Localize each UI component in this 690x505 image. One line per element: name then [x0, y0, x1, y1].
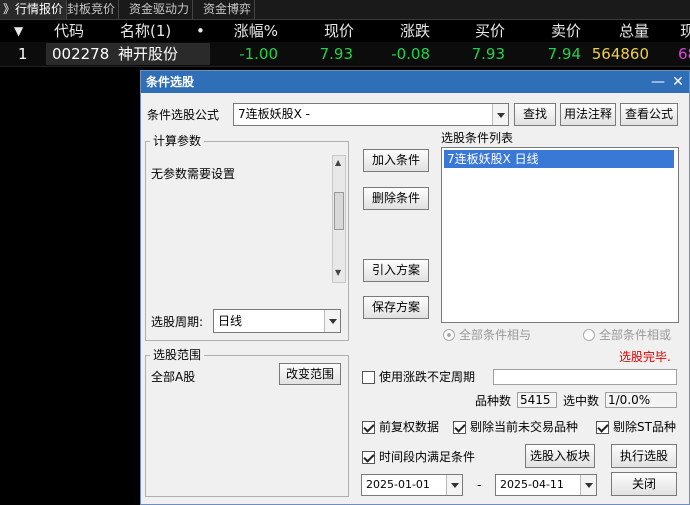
header-dot: • [196, 22, 205, 40]
time-range-label: 时间段内满足条件 [379, 450, 476, 464]
header-code[interactable]: 代码 [54, 20, 84, 42]
radio-and[interactable] [443, 329, 455, 341]
import-scheme-button[interactable]: 引入方案 [363, 259, 429, 282]
variable-period-checkbox[interactable] [362, 371, 375, 384]
dialog-title-bar[interactable]: 条件选股 — ✕ [141, 71, 689, 93]
period-label: 选股周期: [151, 315, 204, 329]
header-name[interactable]: 名称(1) [120, 20, 171, 42]
formula-value: 7连板妖股X - [238, 107, 311, 121]
formula-label: 条件选股公式 [147, 108, 220, 122]
row-change-pct: -1.00 [239, 45, 278, 63]
date-to-value: 2025-04-11 [500, 478, 564, 491]
date-separator: - [477, 478, 482, 492]
row-change: -0.08 [391, 45, 430, 63]
tab-sealed-auction[interactable]: 封板竞价 [64, 0, 120, 19]
condition-list[interactable]: 7连板妖股X 日线 [441, 147, 679, 323]
exclude-untraded-checkbox[interactable] [453, 421, 466, 434]
row-price: 7.93 [319, 45, 353, 63]
status-text: 选股完毕. [619, 350, 671, 364]
usage-button[interactable]: 用法注释 [560, 103, 616, 126]
range-value: 全部A股 [151, 370, 196, 384]
header-extra[interactable]: 现 [680, 20, 690, 42]
minimize-icon[interactable]: — [649, 71, 667, 93]
exclude-untraded-label: 剔除当前未交易品种 [470, 420, 579, 434]
row-name: 神开股份 [114, 43, 210, 65]
list-item[interactable]: 7连板妖股X 日线 [444, 150, 674, 168]
variable-period-input[interactable] [493, 369, 677, 385]
add-condition-button[interactable]: 加入条件 [363, 149, 429, 172]
row-index: 1 [18, 45, 28, 63]
selected-value: 1/0.0% [605, 392, 677, 408]
radio-or[interactable] [583, 329, 595, 341]
header-bid[interactable]: 买价 [460, 20, 505, 42]
time-range-checkbox[interactable] [362, 451, 375, 464]
restore-checkbox[interactable] [362, 421, 375, 434]
view-formula-button[interactable]: 查看公式 [620, 103, 678, 126]
date-from-value: 2025-01-01 [366, 478, 430, 491]
count-label: 品种数 [475, 394, 512, 408]
header-volume[interactable]: 总量 [605, 20, 649, 42]
tab-fund-drive[interactable]: 资金驱动力 [126, 0, 194, 19]
chevron-down-icon[interactable] [580, 475, 596, 495]
save-scheme-button[interactable]: 保存方案 [363, 296, 429, 319]
params-text: 无参数需要设置 [151, 167, 236, 181]
row-extra: 68 [678, 45, 690, 63]
tab-bar: 》行情报价 封板竞价 资金驱动力 资金博弈 [0, 0, 690, 20]
quote-table-header: ▼ 代码 名称(1) • 涨幅% 现价 涨跌 买价 卖价 总量 现 [0, 20, 690, 42]
row-volume: 564860 [591, 45, 649, 63]
add-to-board-button[interactable]: 选股入板块 [525, 444, 595, 468]
radio-or-label: 全部条件相或 [599, 328, 672, 342]
header-change[interactable]: 涨跌 [380, 20, 430, 42]
table-row[interactable]: 1 002278 神开股份 -1.00 7.93 -0.08 7.93 7.94… [0, 42, 690, 67]
period-value: 日线 [218, 314, 243, 328]
restore-label: 前复权数据 [379, 420, 440, 434]
scroll-up-icon[interactable]: ▲ [335, 158, 341, 167]
header-change-pct[interactable]: 涨幅% [220, 20, 278, 42]
count-value: 5415 [517, 392, 557, 408]
tab-market-quotes[interactable]: 》行情报价 [0, 0, 68, 19]
find-button[interactable]: 查找 [514, 103, 556, 126]
sort-icon[interactable]: ▼ [14, 20, 23, 42]
stock-screener-dialog: 条件选股 — ✕ 条件选股公式 7连板妖股X - 查找 用法注释 查看公式 计算… [140, 70, 690, 505]
formula-select[interactable]: 7连板妖股X - [233, 103, 509, 126]
row-bid: 7.93 [471, 45, 505, 63]
params-group-title: 计算参数 [150, 134, 205, 148]
row-ask: 7.94 [547, 45, 581, 63]
tab-fund-game[interactable]: 资金博弈 [200, 0, 256, 19]
selected-label: 选中数 [563, 394, 600, 408]
variable-period-label: 使用涨跌不定周期 [379, 370, 476, 384]
range-group-title: 选股范围 [150, 348, 205, 362]
exclude-st-label: 剔除ST品种 [613, 420, 676, 434]
chevron-down-icon[interactable] [446, 475, 462, 495]
header-price[interactable]: 现价 [300, 20, 354, 42]
period-select[interactable]: 日线 [213, 309, 341, 333]
chevron-down-icon[interactable] [324, 310, 340, 332]
date-from-picker[interactable]: 2025-01-01 [361, 474, 463, 496]
delete-condition-button[interactable]: 删除条件 [363, 187, 429, 210]
radio-and-label: 全部条件相与 [459, 328, 532, 342]
date-to-picker[interactable]: 2025-04-11 [495, 474, 597, 496]
close-icon[interactable]: ✕ [669, 71, 687, 93]
execute-button[interactable]: 执行选股 [611, 444, 677, 468]
change-range-button[interactable]: 改变范围 [279, 363, 341, 385]
close-button[interactable]: 关闭 [611, 472, 677, 496]
exclude-st-checkbox[interactable] [596, 421, 609, 434]
condition-list-title: 选股条件列表 [441, 131, 514, 145]
scroll-thumb[interactable] [334, 192, 344, 230]
row-code: 002278 [46, 43, 116, 65]
header-ask[interactable]: 卖价 [535, 20, 581, 42]
scroll-down-icon[interactable]: ▼ [335, 268, 341, 277]
dialog-title: 条件选股 [146, 75, 195, 89]
chevron-down-icon[interactable] [492, 104, 508, 125]
params-scrollbar[interactable]: ▲ ▼ [332, 155, 346, 283]
